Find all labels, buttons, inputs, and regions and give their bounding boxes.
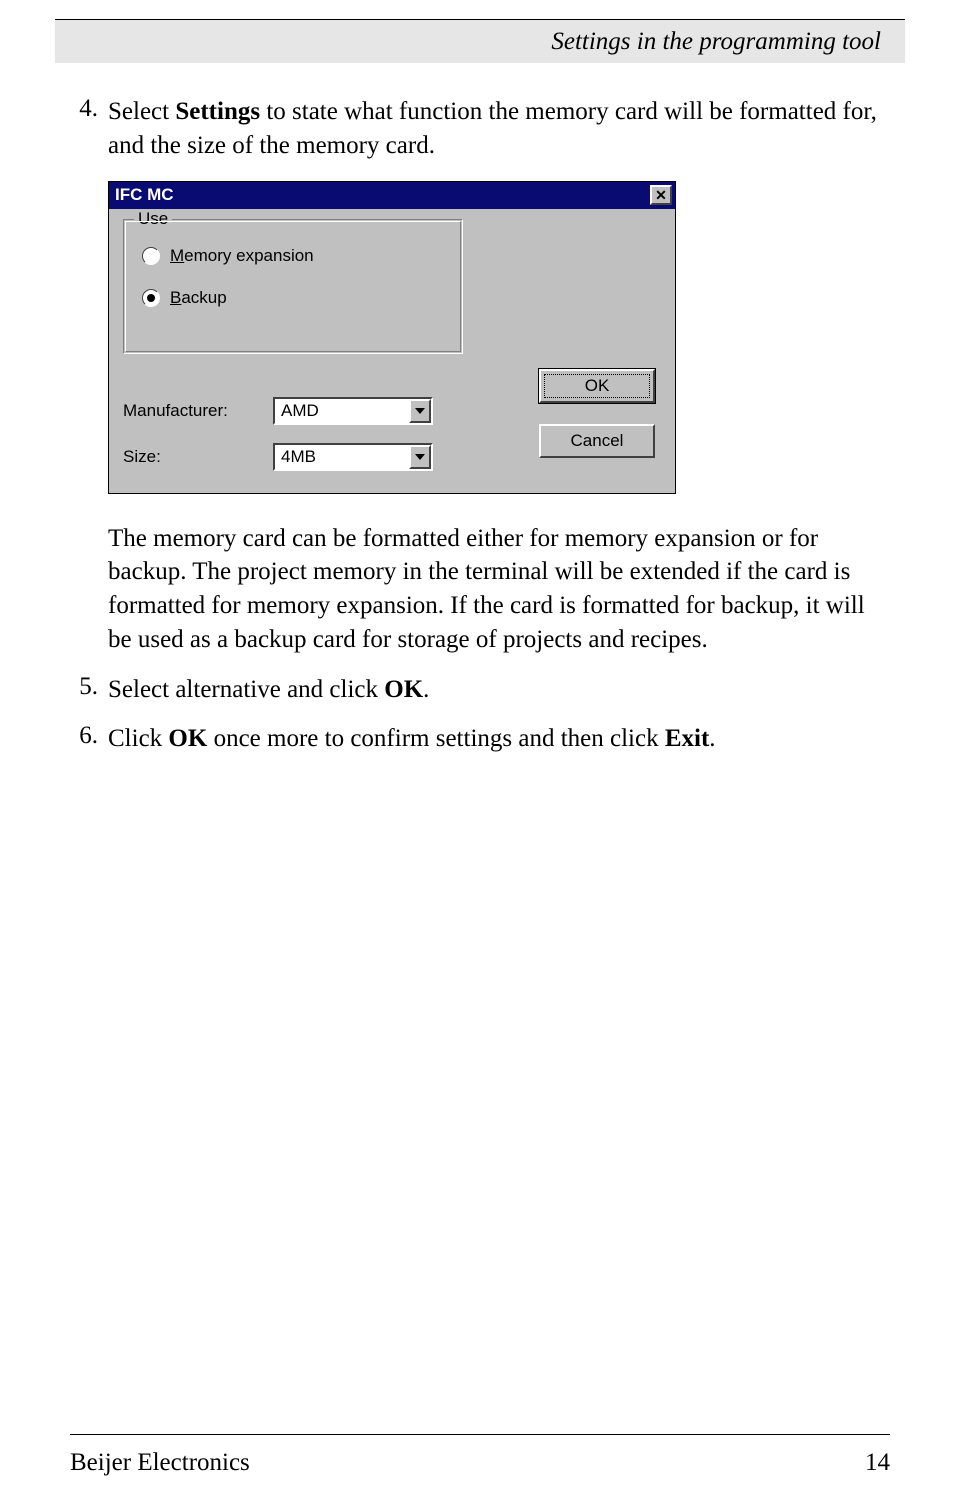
header-title: Settings in the programming tool — [551, 28, 881, 56]
dialog-title: IFC MC — [115, 185, 174, 205]
content-area: 4. Select Settings to state what functio… — [70, 95, 890, 772]
cancel-button[interactable]: Cancel — [539, 424, 655, 458]
group-legend: Use — [134, 209, 172, 229]
radio-label: Memory expansion — [170, 246, 314, 266]
radio-label: Backup — [170, 288, 227, 308]
dropdown-value: AMD — [281, 401, 319, 421]
step-number: 6. — [70, 722, 108, 756]
step-text: Click OK once more to confirm settings a… — [108, 722, 716, 756]
radio-icon — [142, 289, 160, 307]
step-5: 5. Select alternative and click OK. — [70, 673, 890, 707]
explanation-paragraph: The memory card can be formatted either … — [108, 522, 890, 657]
page-number: 14 — [865, 1449, 890, 1477]
size-dropdown[interactable]: 4MB — [273, 443, 433, 471]
page-footer: Beijer Electronics 14 — [70, 1434, 890, 1477]
ifc-mc-dialog: IFC MC ✕ Use Memory expansion Backup Man… — [108, 181, 676, 494]
use-groupbox: Use Memory expansion Backup — [123, 219, 463, 354]
dropdown-value: 4MB — [281, 447, 316, 467]
step-number: 4. — [70, 95, 108, 163]
page-header: Settings in the programming tool — [55, 19, 905, 63]
close-button[interactable]: ✕ — [650, 185, 672, 205]
step-4: 4. Select Settings to state what functio… — [70, 95, 890, 163]
chevron-down-icon — [409, 399, 431, 423]
manufacturer-field: Manufacturer: AMD — [123, 397, 433, 425]
step-text: Select alternative and click OK. — [108, 673, 429, 707]
manufacturer-label: Manufacturer: — [123, 401, 273, 421]
ok-button[interactable]: OK — [539, 369, 655, 403]
chevron-down-icon — [409, 445, 431, 469]
step-text: Select Settings to state what function t… — [108, 95, 890, 163]
close-icon: ✕ — [655, 187, 667, 204]
size-field: Size: 4MB — [123, 443, 433, 471]
dialog-titlebar[interactable]: IFC MC ✕ — [108, 181, 676, 209]
radio-memory-expansion[interactable]: Memory expansion — [142, 246, 314, 266]
radio-backup[interactable]: Backup — [142, 288, 227, 308]
step-number: 5. — [70, 673, 108, 707]
footer-left: Beijer Electronics — [70, 1449, 250, 1477]
size-label: Size: — [123, 447, 273, 467]
step-6: 6. Click OK once more to confirm setting… — [70, 722, 890, 756]
radio-icon — [142, 247, 160, 265]
manufacturer-dropdown[interactable]: AMD — [273, 397, 433, 425]
dialog-body: Use Memory expansion Backup Manufacturer… — [108, 209, 676, 494]
